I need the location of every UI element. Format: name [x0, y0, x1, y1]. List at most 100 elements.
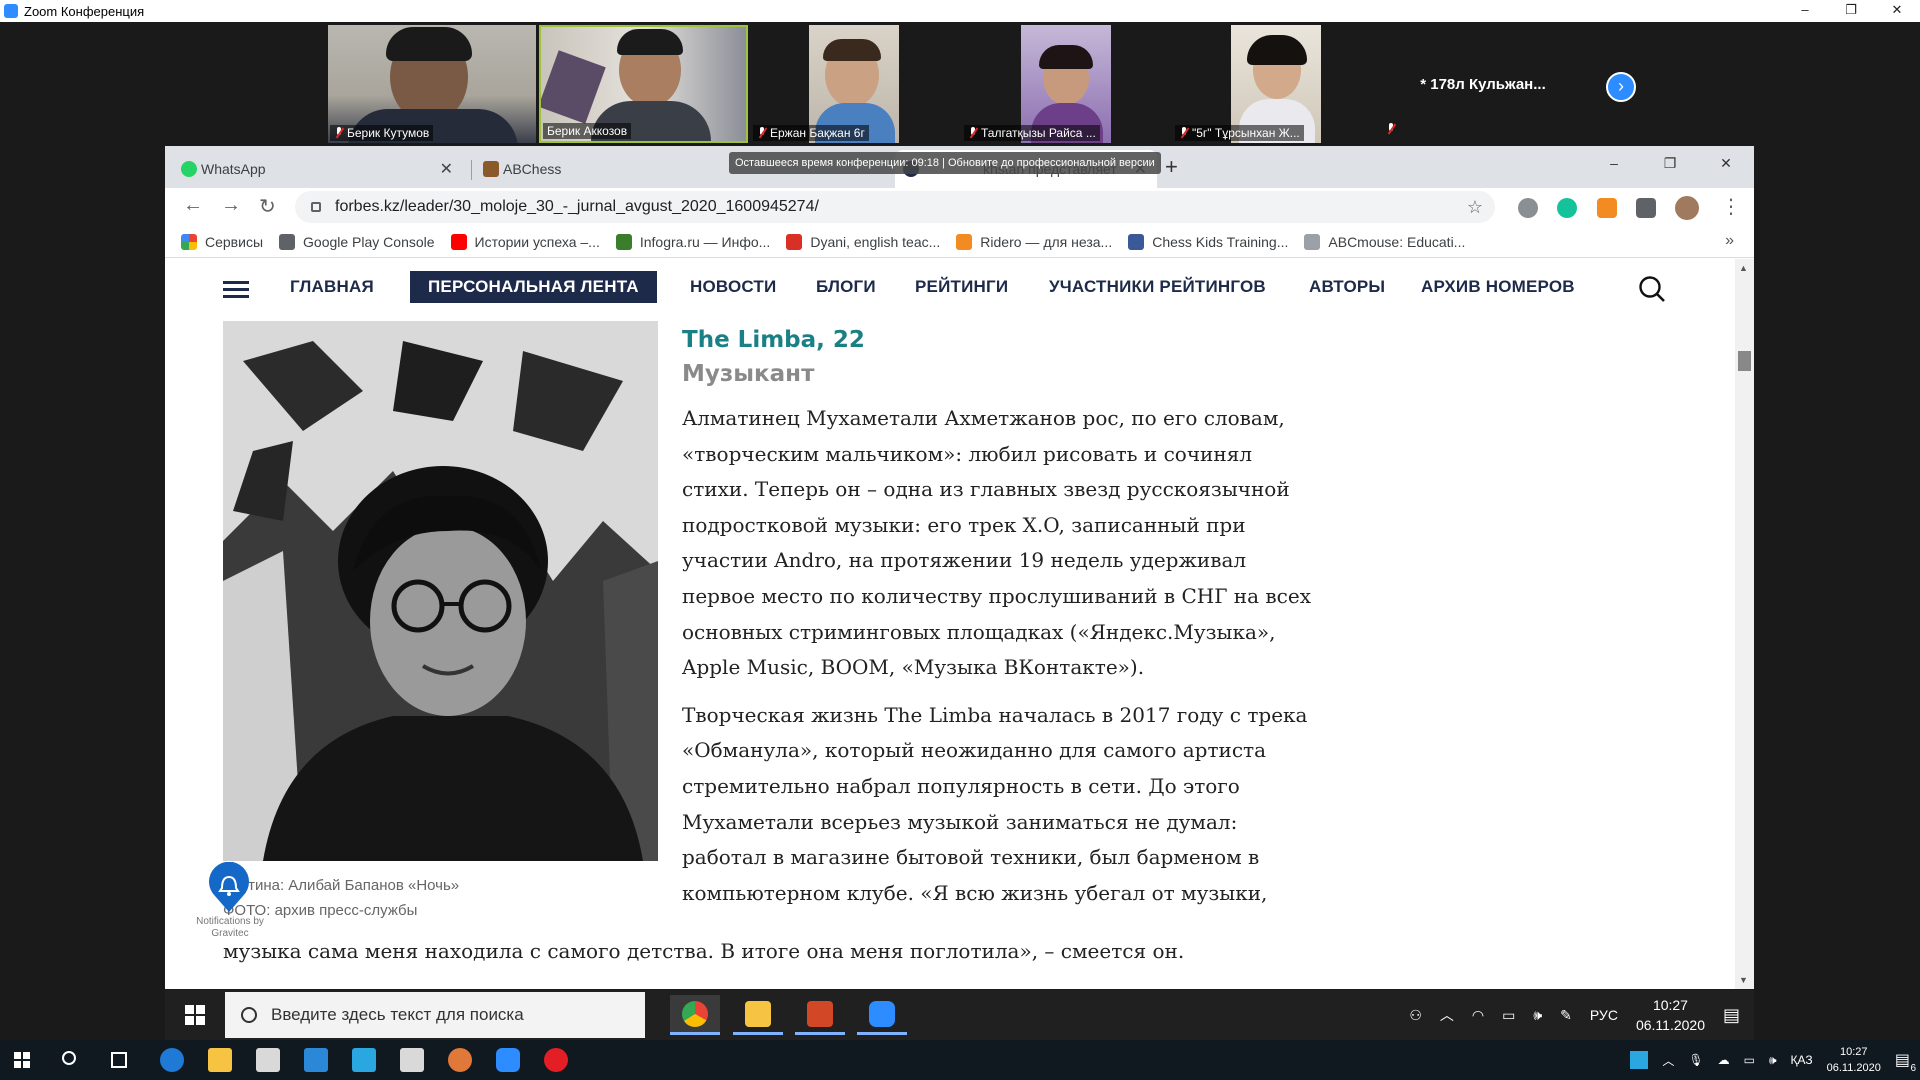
tab-abchess[interactable]: ABChess [475, 150, 765, 188]
back-icon[interactable]: ← [183, 194, 203, 217]
nav-archive[interactable]: АРХИВ НОМЕРОВ [1421, 277, 1575, 297]
browser-toolbar: ← → ↻ forbes.kz/leader/30_moloje_30_-_ju… [165, 188, 1754, 226]
participant-tile[interactable]: Берик Кутумов [328, 25, 536, 143]
bookmark-item[interactable]: Google Play Console [279, 233, 435, 250]
extension-icon[interactable] [1518, 198, 1538, 218]
microphone-icon[interactable]: 🎙 [1688, 1053, 1703, 1067]
task-view-icon[interactable] [111, 1052, 127, 1068]
edge-icon[interactable] [160, 1048, 184, 1072]
tab-whatsapp[interactable]: WhatsApp ✕ [173, 150, 463, 188]
close-button[interactable]: ✕ [1874, 0, 1920, 22]
nav-news[interactable]: НОВОСТИ [690, 277, 776, 297]
scroll-down-icon[interactable]: ▼ [1739, 975, 1748, 985]
reload-icon[interactable]: ↻ [259, 194, 276, 219]
taskbar-zoom[interactable] [857, 995, 907, 1035]
chevron-up-icon[interactable]: ︿ [1440, 1005, 1454, 1025]
grammarly-icon[interactable] [1557, 198, 1577, 218]
volume-icon[interactable]: 🕪 [1769, 1053, 1777, 1068]
page-scrollbar[interactable]: ▲ ▼ [1735, 259, 1754, 989]
taskbar-clock[interactable]: 10:27 06.11.2020 [1636, 995, 1705, 1035]
people-icon[interactable]: ⚇ [1409, 1007, 1422, 1024]
mic-muted-icon [1386, 123, 1396, 135]
bookmark-item[interactable]: Dyani, english teac... [786, 233, 940, 250]
search-icon[interactable] [62, 1051, 76, 1065]
hamburger-menu-icon[interactable] [223, 281, 249, 299]
nav-authors[interactable]: АВТОРЫ [1309, 277, 1385, 297]
participant-tile[interactable]: "5г" Тұрсынхан Ж... [1173, 25, 1381, 143]
taskbar-clock[interactable]: 10:27 06.11.2020 [1827, 1044, 1881, 1076]
nav-main[interactable]: ГЛАВНАЯ [290, 277, 374, 297]
colorful-app-icon[interactable] [448, 1048, 472, 1072]
new-tab-button[interactable]: + [1165, 154, 1178, 180]
input-language[interactable]: РУС [1590, 1007, 1618, 1023]
chevron-up-icon[interactable]: ︿ [1662, 1052, 1674, 1069]
scrollbar-thumb[interactable] [1738, 351, 1751, 371]
zoom-icon [4, 4, 18, 18]
address-bar[interactable]: forbes.kz/leader/30_moloje_30_-_jurnal_a… [295, 191, 1495, 223]
bookmark-star-icon[interactable]: ☆ [1467, 197, 1483, 218]
l-tray-icon[interactable] [1630, 1051, 1649, 1069]
mail-icon[interactable] [304, 1048, 328, 1072]
forward-icon[interactable]: → [221, 194, 241, 217]
action-center-icon[interactable]: ▤ [1723, 1005, 1740, 1026]
browser-minimize-button[interactable]: – [1586, 146, 1642, 180]
scroll-up-icon[interactable]: ▲ [1739, 263, 1748, 273]
store-icon[interactable] [256, 1048, 280, 1072]
minimize-button[interactable]: – [1782, 0, 1828, 22]
bookmark-item[interactable]: ABCmouse: Educati... [1304, 233, 1465, 250]
display-icon[interactable]: ▭ [1744, 1053, 1755, 1067]
participant-tile[interactable]: Ержан Бақжан 6г [751, 25, 959, 143]
next-page-button[interactable]: › [1606, 72, 1636, 102]
bookmark-item[interactable]: Infogra.ru — Инфо... [615, 233, 770, 250]
bookmark-item[interactable]: Сервисы [181, 233, 263, 250]
tab-title: ABChess [503, 161, 562, 177]
notification-bell-icon[interactable] [207, 862, 251, 914]
photo-caption-artwork: Картина: Алибай Бапанов «Ночь» [223, 877, 460, 894]
network-icon[interactable]: ◠ [1472, 1007, 1484, 1024]
pen-icon[interactable]: ✎ [1560, 1007, 1572, 1024]
folder-icon[interactable] [208, 1048, 232, 1072]
participant-name: Берик Кутумов [330, 125, 434, 141]
yandex-icon[interactable] [400, 1048, 424, 1072]
taskbar-powerpoint[interactable] [795, 995, 845, 1035]
nav-rating-participants[interactable]: УЧАСТНИКИ РЕЙТИНГОВ [1049, 277, 1266, 297]
notifications-icon[interactable]: ▤ 6 [1895, 1050, 1916, 1074]
zoom-icon[interactable] [496, 1048, 520, 1072]
taskbar-search-box[interactable]: Введите здесь текст для поиска [225, 992, 645, 1038]
l-app-icon[interactable] [352, 1048, 376, 1072]
browser-close-button[interactable]: ✕ [1698, 146, 1754, 180]
puzzle-icon[interactable] [1636, 198, 1656, 218]
participant-tile[interactable]: Талгатқызы Райса ... [962, 25, 1170, 143]
windows-start-icon[interactable] [14, 1052, 30, 1068]
participant-tile-active-speaker[interactable]: Берик Аккозов [539, 25, 748, 143]
search-icon[interactable] [1638, 275, 1666, 303]
bookmark-item[interactable]: Ridero — для неза... [956, 233, 1112, 250]
bookmarks-bar: Сервисы Google Play Console Истории успе… [165, 226, 1754, 258]
cloud-icon[interactable]: ☁ [1718, 1053, 1730, 1067]
system-tray: ⚇ ︿ ◠ ▭ 🕪 ✎ РУС 10:27 06.11.2020 ▤ [1409, 990, 1740, 1040]
taskbar-explorer[interactable] [733, 995, 783, 1035]
participant-tile-no-video[interactable]: * 178л Кульжан... [1378, 25, 1588, 143]
windows-start-icon[interactable] [185, 1005, 205, 1025]
browser-restore-button[interactable]: ❐ [1642, 146, 1698, 180]
profile-avatar[interactable] [1675, 196, 1699, 220]
volume-icon[interactable]: 🕪 [1533, 1007, 1542, 1024]
restore-button[interactable]: ❐ [1828, 0, 1874, 22]
taskbar-chrome[interactable] [670, 995, 720, 1035]
yandex-browser-icon[interactable] [544, 1048, 568, 1072]
mic-muted-icon [334, 127, 344, 139]
chess-icon [483, 161, 499, 177]
bookmark-item[interactable]: Истории успеха –... [450, 233, 600, 250]
close-tab-icon[interactable]: ✕ [440, 159, 453, 179]
battery-icon[interactable]: ▭ [1502, 1007, 1515, 1024]
nav-personal-feed[interactable]: ПЕРСОНАЛЬНАЯ ЛЕНТА [410, 271, 657, 303]
bookmark-item[interactable]: Chess Kids Training... [1128, 233, 1288, 250]
system-tray: ︿ 🎙 ☁ ▭ 🕪 ҚАЗ 10:27 06.11.2020 ▤ 6 [1630, 1040, 1916, 1080]
bookmarks-overflow-button[interactable]: » [1725, 232, 1734, 250]
shopping-bag-icon[interactable] [1597, 198, 1617, 218]
chevron-right-icon: › [1618, 76, 1624, 96]
nav-blogs[interactable]: БЛОГИ [816, 277, 876, 297]
input-language[interactable]: ҚАЗ [1791, 1053, 1813, 1067]
nav-ratings[interactable]: РЕЙТИНГИ [915, 277, 1008, 297]
menu-kebab-icon[interactable]: ⋮ [1721, 194, 1741, 219]
